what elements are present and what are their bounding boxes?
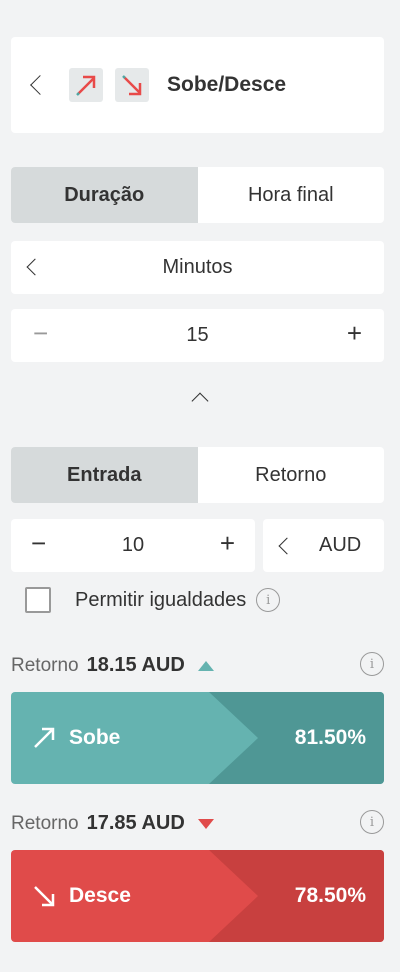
rise-button-label: Sobe [69, 726, 121, 749]
back-button[interactable] [11, 75, 69, 95]
duration-toggle: Duração Hora final [11, 167, 384, 223]
chevron-left-icon [30, 75, 50, 95]
duration-value[interactable]: 15 [11, 309, 384, 362]
stake-plus-button[interactable]: + [220, 528, 235, 559]
allow-equals-checkbox[interactable] [25, 587, 51, 613]
duration-unit-selector[interactable]: Minutos [11, 241, 384, 294]
duration-unit: Minutos [162, 256, 233, 278]
stake-value[interactable]: 10 [11, 519, 255, 572]
duration-minus-button[interactable]: − [33, 318, 48, 349]
stake-toggle: Entrada Retorno [11, 447, 384, 503]
fall-button[interactable]: Desce 78.50% [11, 850, 384, 942]
arrow-down-right-icon [34, 886, 55, 907]
info-icon[interactable]: i [256, 588, 281, 612]
fall-payout-label: Retorno [11, 812, 79, 834]
arrow-up-right-icon [34, 727, 55, 748]
fall-payout-value: 17.85 AUD [86, 812, 185, 834]
rise-payout: Retorno 18.15 AUD [11, 654, 215, 677]
info-icon[interactable]: i [360, 652, 384, 676]
chevron-up-icon [191, 392, 209, 410]
trade-type-panel: Sobe/Desce [0, 0, 400, 148]
currency-selector[interactable]: AUD [263, 519, 384, 572]
trade-type-selector[interactable]: Sobe/Desce [11, 37, 384, 133]
tab-stake[interactable]: Entrada [11, 447, 198, 503]
stake-minus-button[interactable]: − [31, 528, 46, 559]
tab-end-time[interactable]: Hora final [198, 167, 385, 223]
triangle-up-icon [197, 660, 214, 671]
purchase-panel: Retorno 18.15 AUD i Sobe 81.50% Retorno … [0, 636, 400, 972]
tab-duration[interactable]: Duração [11, 167, 198, 223]
info-icon[interactable]: i [360, 810, 384, 834]
allow-equals-label: Permitir igualdades [75, 588, 247, 611]
rise-payout-value: 18.15 AUD [86, 654, 185, 676]
trade-type-title: Sobe/Desce [167, 73, 287, 96]
chevron-left-icon [278, 537, 296, 554]
triangle-down-icon [197, 818, 214, 829]
stake-panel: Entrada Retorno − 10 + AUD Permitir igua… [0, 434, 400, 630]
tab-payout[interactable]: Retorno [198, 447, 385, 503]
fall-button-label: Desce [69, 884, 131, 907]
rise-percent: 81.50% [294, 726, 366, 749]
currency-label: AUD [319, 534, 362, 556]
fall-percent: 78.50% [294, 884, 366, 907]
stake-stepper: − 10 + [11, 519, 255, 572]
duration-panel: Duração Hora final Minutos − 15 + [0, 154, 400, 426]
fall-trade-icon [115, 68, 149, 102]
duration-plus-button[interactable]: + [347, 318, 362, 349]
allow-equals-row: Permitir igualdades i [25, 587, 281, 613]
fall-payout: Retorno 17.85 AUD [11, 812, 215, 835]
duration-stepper: − 15 + [11, 309, 384, 362]
rise-trade-icon [69, 68, 103, 102]
rise-button[interactable]: Sobe 81.50% [11, 692, 384, 784]
collapse-button[interactable] [0, 382, 400, 412]
rise-payout-label: Retorno [11, 654, 79, 676]
